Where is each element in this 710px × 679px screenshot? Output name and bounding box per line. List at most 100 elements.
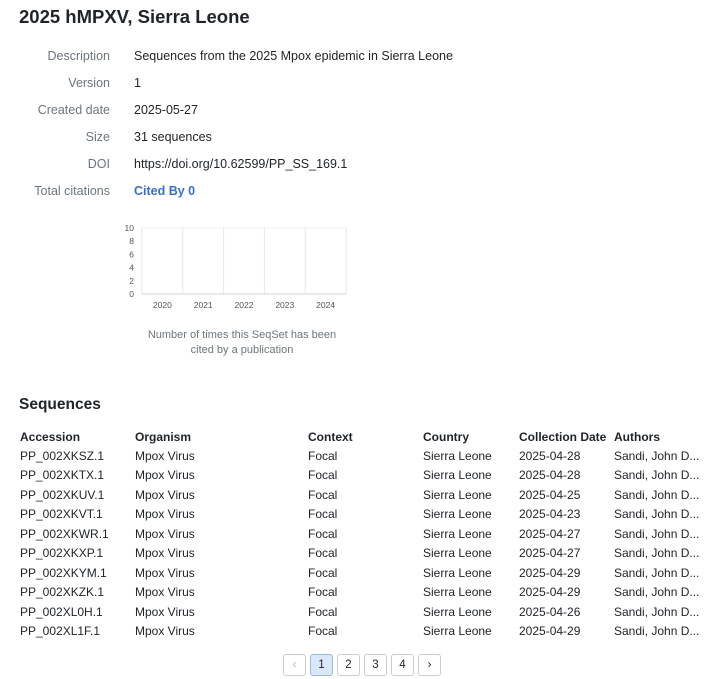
collection-date-cell: 2025-04-26 [519,604,581,619]
previous-page-button[interactable]: ‹ [283,654,306,676]
chart-caption: Number of times this SeqSet has been cit… [147,329,337,356]
x-tick-label: 2024 [316,300,335,310]
meta-row-created-date: Created date 2025-05-27 [0,100,500,120]
table-row[interactable]: PP_002XKYM.1 Mpox Virus Focal Sierra Leone 2… [20,563,704,583]
table-header-row: Accession Organism Context Country Colle… [20,428,704,446]
size-value: 31 sequences [134,130,212,144]
next-page-button[interactable]: › [418,654,441,676]
organism-cell: Mpox Virus [135,585,195,600]
authors-cell: Sandi, John D... [614,487,700,502]
country-cell: Sierra Leone [423,546,492,561]
country-cell: Sierra Leone [423,565,492,580]
description-value: Sequences from the 2025 Mpox epidemic in… [134,49,453,63]
accession-cell[interactable]: PP_002XKXP.1 [20,544,135,564]
accession-cell[interactable]: PP_002XKZK.1 [20,583,135,603]
version-value: 1 [134,76,141,90]
table-row[interactable]: PP_002XKVT.1 Mpox Virus Focal Sierra Leone 2… [20,505,704,525]
table-row[interactable]: PP_002XKSZ.1 Mpox Virus Focal Sierra Leone 2… [20,446,704,466]
context-cell: Focal [308,565,338,580]
y-tick-label: 4 [129,263,134,273]
table-row[interactable]: PP_002XKXP.1 Mpox Virus Focal Sierra Leone 2… [20,544,704,564]
collection-date-cell: 2025-04-29 [519,585,581,600]
page-3-button[interactable]: 3 [364,654,387,676]
doi-value: https://doi.org/10.62599/PP_SS_169.1 [134,157,348,171]
organism-cell: Mpox Virus [135,546,195,561]
column-header-country[interactable]: Country [423,428,519,446]
country-cell: Sierra Leone [423,487,492,502]
collection-date-cell: 2025-04-28 [519,468,581,483]
country-cell: Sierra Leone [423,604,492,619]
accession-cell[interactable]: PP_002XKTX.1 [20,466,135,486]
organism-cell: Mpox Virus [135,604,195,619]
context-cell: Focal [308,546,338,561]
meta-row-size: Size 31 sequences [0,127,500,147]
country-cell: Sierra Leone [423,468,492,483]
page-4-button[interactable]: 4 [391,654,414,676]
column-header-collection-date[interactable]: Collection Date [519,428,614,446]
pagination: ‹ 1 2 3 4 › [283,654,441,677]
accession-cell[interactable]: PP_002XKVT.1 [20,505,135,525]
organism-cell: Mpox Virus [135,526,195,541]
authors-cell: Sandi, John D... [614,565,700,580]
country-cell: Sierra Leone [423,585,492,600]
table-row[interactable]: PP_002XKTX.1 Mpox Virus Focal Sierra Leone 2… [20,466,704,486]
meta-label: Created date [37,103,110,117]
accession-cell[interactable]: PP_002XKUV.1 [20,485,135,505]
context-cell: Focal [308,448,338,463]
context-cell: Focal [308,526,338,541]
x-tick-label: 2023 [275,300,294,310]
sequences-heading: Sequences [19,396,101,413]
created-date-value: 2025-05-27 [134,103,198,117]
accession-cell[interactable]: PP_002XL0H.1 [20,602,135,622]
x-tick-label: 2020 [153,300,172,310]
table-row[interactable]: PP_002XL1F.1 Mpox Virus Focal Sierra Leone 2… [20,622,704,642]
cited-by-link[interactable]: Cited By 0 [134,181,195,201]
collection-date-cell: 2025-04-25 [519,487,581,502]
table-row[interactable]: PP_002XL0H.1 Mpox Virus Focal Sierra Leone 2… [20,602,704,622]
meta-label: Version [68,76,110,90]
y-tick-label: 2 [129,276,134,286]
accession-cell[interactable]: PP_002XKWR.1 [20,524,135,544]
authors-cell: Sandi, John D... [614,546,700,561]
meta-row-version: Version 1 [0,73,500,93]
organism-cell: Mpox Virus [135,448,195,463]
context-cell: Focal [308,604,338,619]
organism-cell: Mpox Virus [135,565,195,580]
accession-cell[interactable]: PP_002XKSZ.1 [20,446,135,466]
accession-cell[interactable]: PP_002XL1F.1 [20,622,135,642]
page-2-button[interactable]: 2 [337,654,360,676]
y-tick-label: 0 [129,289,134,299]
meta-label: Description [47,49,110,63]
organism-cell: Mpox Virus [135,468,195,483]
y-tick-label: 10 [125,223,135,233]
organism-cell: Mpox Virus [135,507,195,522]
collection-date-cell: 2025-04-29 [519,624,581,639]
country-cell: Sierra Leone [423,526,492,541]
authors-cell: Sandi, John D... [614,468,700,483]
column-header-accession[interactable]: Accession [20,428,135,446]
table-row[interactable]: PP_002XKUV.1 Mpox Virus Focal Sierra Leone 2… [20,485,704,505]
collection-date-cell: 2025-04-27 [519,526,581,541]
context-cell: Focal [308,468,338,483]
y-tick-label: 6 [129,249,134,259]
organism-cell: Mpox Virus [135,624,195,639]
table-row[interactable]: PP_002XKZK.1 Mpox Virus Focal Sierra Leone 2… [20,583,704,603]
meta-label: DOI [87,157,110,171]
citations-chart: 0 2 4 6 8 10 2020 2021 2022 2023 2024 Number of ti… [118,222,350,362]
meta-label: Size [85,130,110,144]
citations-chart-plot: 0 2 4 6 8 10 2020 2021 2022 2023 2024 [125,223,347,310]
column-header-authors[interactable]: Authors [614,428,704,446]
collection-date-cell: 2025-04-27 [519,546,581,561]
table-row[interactable]: PP_002XKWR.1 Mpox Virus Focal Sierra Leone 2… [20,524,704,544]
column-header-organism[interactable]: Organism [135,428,308,446]
country-cell: Sierra Leone [423,624,492,639]
meta-row-description: Description Sequences from the 2025 Mpox… [0,46,500,66]
meta-row-citations: Total citations Cited By 0 [0,181,500,201]
accession-cell[interactable]: PP_002XKYM.1 [20,563,135,583]
collection-date-cell: 2025-04-29 [519,565,581,580]
page-1-button[interactable]: 1 [310,654,333,676]
authors-cell: Sandi, John D... [614,448,700,463]
column-header-context[interactable]: Context [308,428,423,446]
x-tick-label: 2022 [235,300,254,310]
authors-cell: Sandi, John D... [614,624,700,639]
